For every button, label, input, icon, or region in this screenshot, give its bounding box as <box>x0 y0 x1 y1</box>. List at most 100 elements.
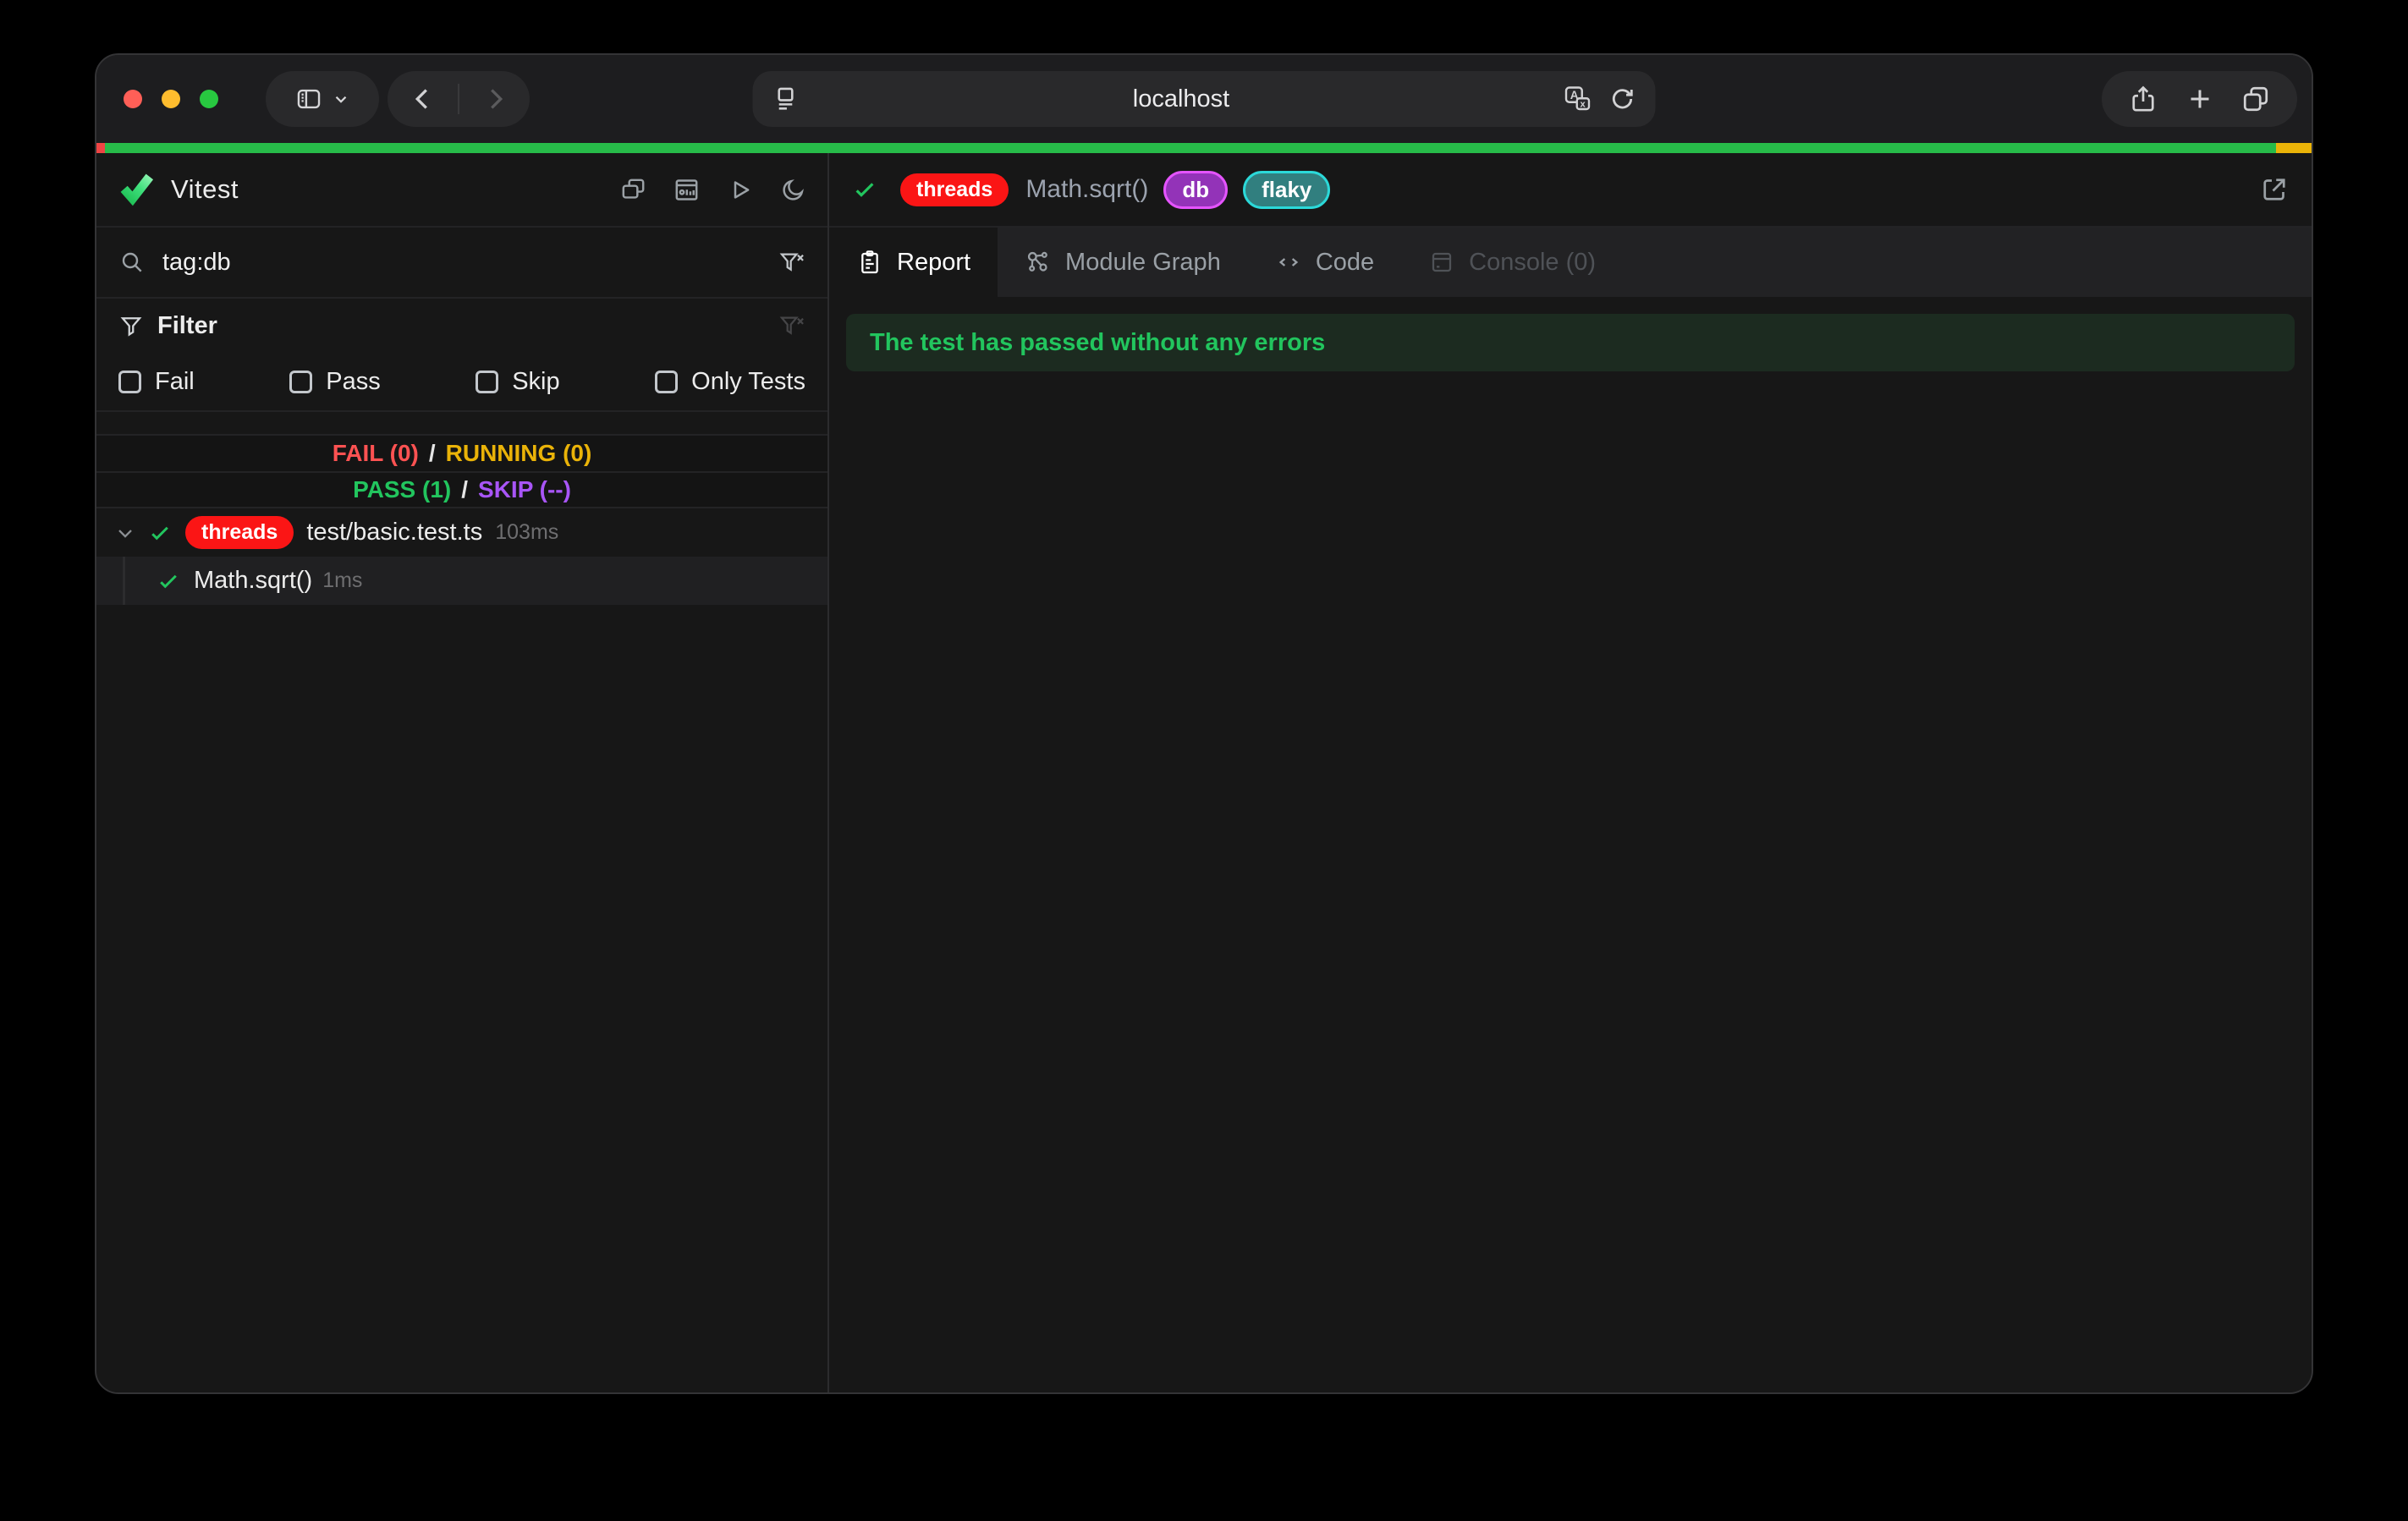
close-window-button[interactable] <box>124 90 142 108</box>
module-graph-icon <box>1025 249 1052 276</box>
share-button[interactable] <box>2128 84 2158 114</box>
tab-report[interactable]: Report <box>829 228 998 297</box>
back-button[interactable] <box>408 84 438 114</box>
run-all-button[interactable] <box>726 176 754 204</box>
browser-toolbar: localhost A x <box>96 55 2312 143</box>
vitest-logo-icon <box>117 170 156 209</box>
pass-check-icon <box>156 568 181 594</box>
fail-count: FAIL (0) <box>333 440 419 467</box>
browser-window: localhost A x <box>95 53 2313 1394</box>
chevron-down-icon[interactable] <box>113 521 137 545</box>
clipboard-icon <box>856 249 883 276</box>
test-case-duration: 1ms <box>322 568 362 593</box>
detail-test-name: Math.sqrt() <box>1025 175 1148 204</box>
sidebar-toggle-button[interactable] <box>266 71 379 127</box>
test-tree: threads test/basic.test.ts 103ms Math.sq… <box>96 508 827 605</box>
clear-filter-button[interactable] <box>778 312 805 339</box>
test-progress-bar <box>96 143 2312 153</box>
pass-checkbox-label: Pass <box>326 368 380 396</box>
progress-pass-segment <box>105 143 2276 153</box>
pool-badge: threads <box>900 173 1009 206</box>
pass-check-icon <box>147 520 173 546</box>
collapse-panels-button[interactable] <box>619 176 647 204</box>
skip-checkbox[interactable] <box>476 371 498 393</box>
progress-fail-segment <box>96 143 105 153</box>
pass-check-icon <box>851 176 878 203</box>
traffic-lights <box>124 90 218 108</box>
search-input[interactable] <box>162 249 778 277</box>
url-bar[interactable]: localhost A x <box>753 71 1656 127</box>
sidebar-header: Vitest <box>96 153 827 228</box>
tab-module-graph[interactable]: Module Graph <box>998 228 1248 297</box>
app-title: Vitest <box>171 174 239 205</box>
summary-row-fail-running: FAIL (0) / RUNNING (0) <box>96 434 827 471</box>
new-tab-button[interactable] <box>2185 84 2215 114</box>
svg-text:x: x <box>1581 99 1586 109</box>
skip-checkbox-label: Skip <box>512 368 559 396</box>
detail-header: threads Math.sqrt() db flaky <box>829 153 2312 228</box>
only-tests-checkbox-label: Only Tests <box>691 368 805 396</box>
nav-divider <box>458 84 459 114</box>
detail-tabs: Report Module Graph <box>829 228 2312 297</box>
test-case-name: Math.sqrt() <box>194 567 312 595</box>
running-count: RUNNING (0) <box>446 440 592 467</box>
tab-code[interactable]: Code <box>1248 228 1401 297</box>
search-row <box>96 228 827 299</box>
test-detail-panel: threads Math.sqrt() db flaky <box>829 153 2312 1392</box>
dashboard-button[interactable] <box>673 176 701 204</box>
chevron-down-icon <box>332 90 350 108</box>
tab-console[interactable]: Console (0) <box>1401 228 1623 297</box>
console-icon <box>1428 249 1455 276</box>
test-passed-banner: The test has passed without any errors <box>846 314 2295 371</box>
skip-count: SKIP (--) <box>478 476 571 503</box>
indent-guide <box>123 557 125 605</box>
report-content: The test has passed without any errors <box>829 297 2312 1392</box>
translate-button[interactable]: A x <box>1563 84 1593 114</box>
fail-checkbox[interactable] <box>118 371 141 393</box>
filter-option-pass: Pass <box>289 368 380 396</box>
filter-heading: Filter <box>157 312 217 340</box>
funnel-icon <box>118 313 144 338</box>
filter-options-row: Fail Pass Skip Only Tests <box>96 353 827 412</box>
pass-checkbox[interactable] <box>289 371 312 393</box>
tab-code-label: Code <box>1316 249 1374 277</box>
filter-heading-row: Filter <box>96 299 827 353</box>
pool-badge: threads <box>185 516 294 549</box>
filter-option-only-tests: Only Tests <box>655 368 805 396</box>
sidebar-icon <box>294 85 323 113</box>
filter-option-fail: Fail <box>118 368 195 396</box>
progress-pending-segment <box>2276 143 2312 153</box>
test-file-row[interactable]: threads test/basic.test.ts 103ms <box>96 508 827 557</box>
fullscreen-window-button[interactable] <box>200 90 218 108</box>
url-text[interactable]: localhost <box>800 85 1563 113</box>
minimize-window-button[interactable] <box>162 90 180 108</box>
test-file-name: test/basic.test.ts <box>306 519 482 546</box>
only-tests-checkbox[interactable] <box>655 371 678 393</box>
open-external-button[interactable] <box>2259 174 2290 205</box>
pass-count: PASS (1) <box>353 476 451 503</box>
test-explorer-sidebar: Vitest <box>96 153 829 1392</box>
clear-search-button[interactable] <box>778 249 805 276</box>
test-file-duration: 103ms <box>495 520 558 545</box>
tab-overview-button[interactable] <box>2240 84 2271 114</box>
fail-checkbox-label: Fail <box>155 368 195 396</box>
tag-flaky: flaky <box>1243 171 1330 209</box>
toolbar-actions <box>2102 71 2297 127</box>
tab-module-graph-label: Module Graph <box>1065 249 1221 277</box>
summary-row-pass-skip: PASS (1) / SKIP (--) <box>96 471 827 508</box>
page-format-button[interactable] <box>772 85 800 113</box>
tab-console-label: Console (0) <box>1469 249 1596 277</box>
filter-option-skip: Skip <box>476 368 559 396</box>
tag-db: db <box>1163 171 1228 209</box>
tab-report-label: Report <box>897 249 970 277</box>
summary-separator: / <box>429 440 436 467</box>
dark-mode-toggle-button[interactable] <box>779 176 807 204</box>
test-case-row[interactable]: Math.sqrt() 1ms <box>96 557 827 605</box>
reload-button[interactable] <box>1608 85 1637 113</box>
forward-button[interactable] <box>480 84 510 114</box>
summary-separator: / <box>461 476 468 503</box>
search-icon <box>118 249 146 276</box>
test-summary: FAIL (0) / RUNNING (0) PASS (1) / SKIP (… <box>96 434 827 508</box>
nav-buttons <box>388 71 530 127</box>
code-icon <box>1275 249 1302 276</box>
